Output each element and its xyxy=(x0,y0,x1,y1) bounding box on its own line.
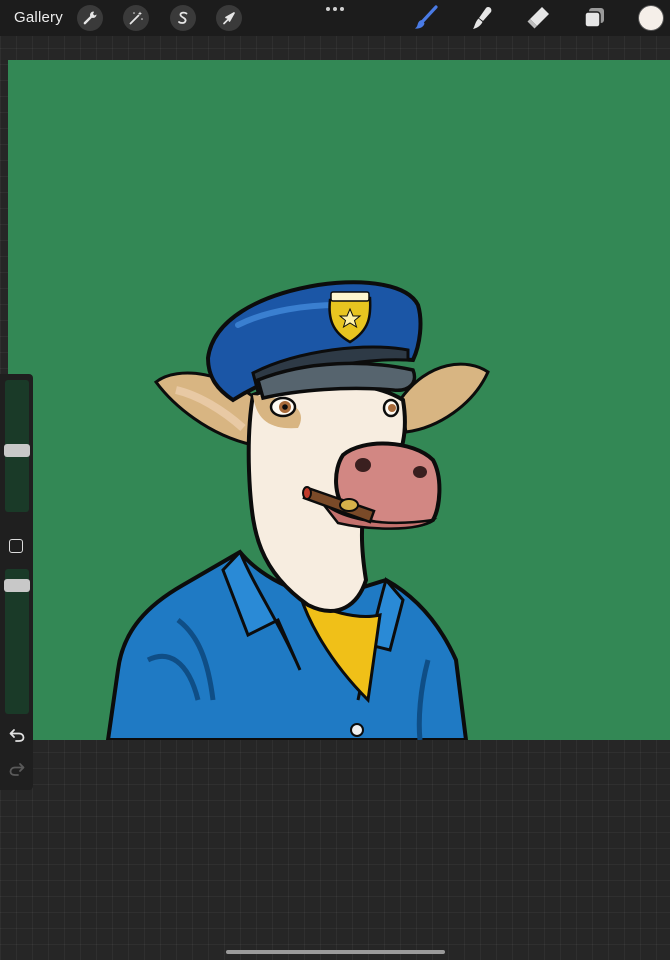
adjustments-button[interactable] xyxy=(123,5,149,31)
eraser-icon[interactable] xyxy=(524,4,552,32)
undo-icon[interactable] xyxy=(8,726,26,744)
modify-button[interactable] xyxy=(9,539,23,553)
top-toolbar: Gallery xyxy=(0,0,670,36)
color-picker-swatch[interactable] xyxy=(639,6,663,30)
actions-button[interactable] xyxy=(77,5,103,31)
brush-icon[interactable] xyxy=(412,4,440,32)
opacity-thumb[interactable] xyxy=(4,579,30,592)
transform-button[interactable] xyxy=(216,5,242,31)
drawing-canvas[interactable] xyxy=(8,60,670,740)
selection-button[interactable] xyxy=(170,5,196,31)
cow-police-artwork xyxy=(106,280,490,740)
layers-icon[interactable] xyxy=(580,4,608,32)
smudge-icon[interactable] xyxy=(468,4,496,32)
home-indicator xyxy=(226,950,445,954)
left-sidebar xyxy=(0,374,33,790)
more-options-icon[interactable] xyxy=(324,2,346,16)
brush-size-thumb[interactable] xyxy=(4,444,30,457)
gallery-button[interactable]: Gallery xyxy=(14,9,63,26)
arrow-cursor-icon xyxy=(223,12,235,25)
redo-icon[interactable] xyxy=(8,760,26,778)
wrench-icon xyxy=(83,11,97,25)
magic-wand-icon xyxy=(129,11,143,25)
s-curve-icon xyxy=(178,11,188,24)
